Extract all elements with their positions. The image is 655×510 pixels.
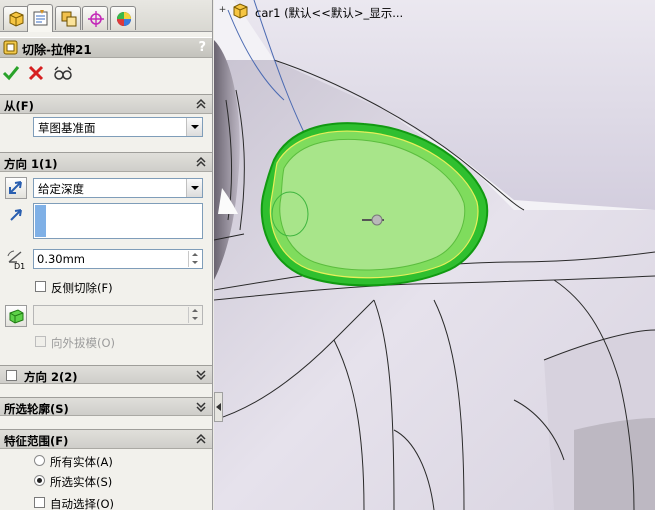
graphics-viewport[interactable] xyxy=(214,0,655,510)
scope-all-bodies-label: 所有实体(A) xyxy=(50,455,113,469)
feature-title-bar: 切除-拉伸21 ? xyxy=(0,37,212,58)
model-scene xyxy=(214,0,655,510)
end-condition-value: 给定深度 xyxy=(38,182,84,196)
tab-configuration-manager[interactable] xyxy=(55,6,81,30)
tab-feature-manager[interactable] xyxy=(3,6,29,30)
chevron-up-icon xyxy=(196,98,206,109)
chevron-up-icon xyxy=(196,433,206,444)
draft-angle-input[interactable] xyxy=(33,305,203,325)
tab-property-manager[interactable] xyxy=(27,4,53,32)
property-manager-icon xyxy=(33,10,48,26)
direction1-section-header[interactable]: 方向 1(1) xyxy=(0,152,212,172)
from-select-value: 草图基准面 xyxy=(38,121,96,135)
direction-selection-box[interactable] xyxy=(33,203,203,239)
depth-input[interactable]: 0.30mm xyxy=(33,249,203,269)
selected-contours-label: 所选轮廓(S) xyxy=(4,402,69,416)
feature-scope-label: 特征范围(F) xyxy=(4,434,69,448)
tree-root-label: car1 (默认<<默认>_显示... xyxy=(255,6,404,20)
feature-title: 切除-拉伸21 xyxy=(22,43,92,57)
from-section-label: 从(F) xyxy=(4,99,34,113)
depth-unit-label: D1 xyxy=(14,262,25,270)
chevron-down-icon xyxy=(186,118,202,136)
reverse-direction-icon xyxy=(9,181,22,194)
end-condition-select[interactable]: 给定深度 xyxy=(33,178,203,198)
direction1-section-label: 方向 1(1) xyxy=(4,157,58,171)
dimxpert-icon xyxy=(88,11,104,27)
draft-icon xyxy=(9,309,24,324)
tab-dimxpert[interactable] xyxy=(82,6,108,30)
part-icon xyxy=(233,3,248,19)
draft-angle-spinner[interactable] xyxy=(188,307,201,323)
chevron-up-icon xyxy=(196,156,206,167)
chevron-down-icon xyxy=(196,370,206,381)
flip-side-to-cut-label: 反侧切除(F) xyxy=(51,281,113,295)
cut-extrude-icon xyxy=(3,40,18,55)
from-section-header[interactable]: 从(F) xyxy=(0,94,212,114)
configuration-manager-icon xyxy=(61,11,77,27)
close-icon[interactable] xyxy=(27,64,45,82)
detailed-preview-icon[interactable] xyxy=(53,64,73,82)
chevron-down-icon xyxy=(186,179,202,197)
depth-value: 0.30mm xyxy=(37,252,86,266)
action-buttons xyxy=(0,58,212,88)
direction2-section-header[interactable]: 方向 2(2) xyxy=(0,365,212,384)
reverse-direction-button[interactable] xyxy=(5,177,27,199)
direction-arrow-icon xyxy=(10,209,22,221)
auto-select-label: 自动选择(O) xyxy=(50,497,115,510)
selected-contours-section-header[interactable]: 所选轮廓(S) xyxy=(0,397,212,416)
draft-toggle-button[interactable] xyxy=(5,305,27,327)
check-icon[interactable] xyxy=(2,64,20,82)
depth-spinner[interactable] xyxy=(188,251,201,267)
depth-dimension-icon: D1 xyxy=(7,250,25,270)
direction2-checkbox[interactable] xyxy=(6,370,17,381)
scope-selected-bodies-label: 所选实体(S) xyxy=(50,475,113,489)
feature-scope-section-header[interactable]: 特征范围(F) xyxy=(0,429,212,449)
manager-tabs xyxy=(0,0,212,32)
tab-display-manager[interactable] xyxy=(110,6,136,30)
panel-collapse-handle[interactable] xyxy=(214,392,223,422)
help-button[interactable]: ? xyxy=(198,40,206,55)
from-select[interactable]: 草图基准面 xyxy=(33,117,203,137)
direction2-section-label: 方向 2(2) xyxy=(24,370,78,384)
display-manager-icon xyxy=(117,12,131,26)
expand-icon[interactable]: + xyxy=(218,6,227,15)
feature-manager-icon xyxy=(9,11,24,27)
draft-outward-label: 向外拔模(O) xyxy=(51,336,116,350)
chevron-down-icon xyxy=(196,402,206,413)
property-manager: 切除-拉伸21 ? 从(F) 草图基准面 方向 1(1) 给定深度 D1 0.3… xyxy=(0,0,213,510)
